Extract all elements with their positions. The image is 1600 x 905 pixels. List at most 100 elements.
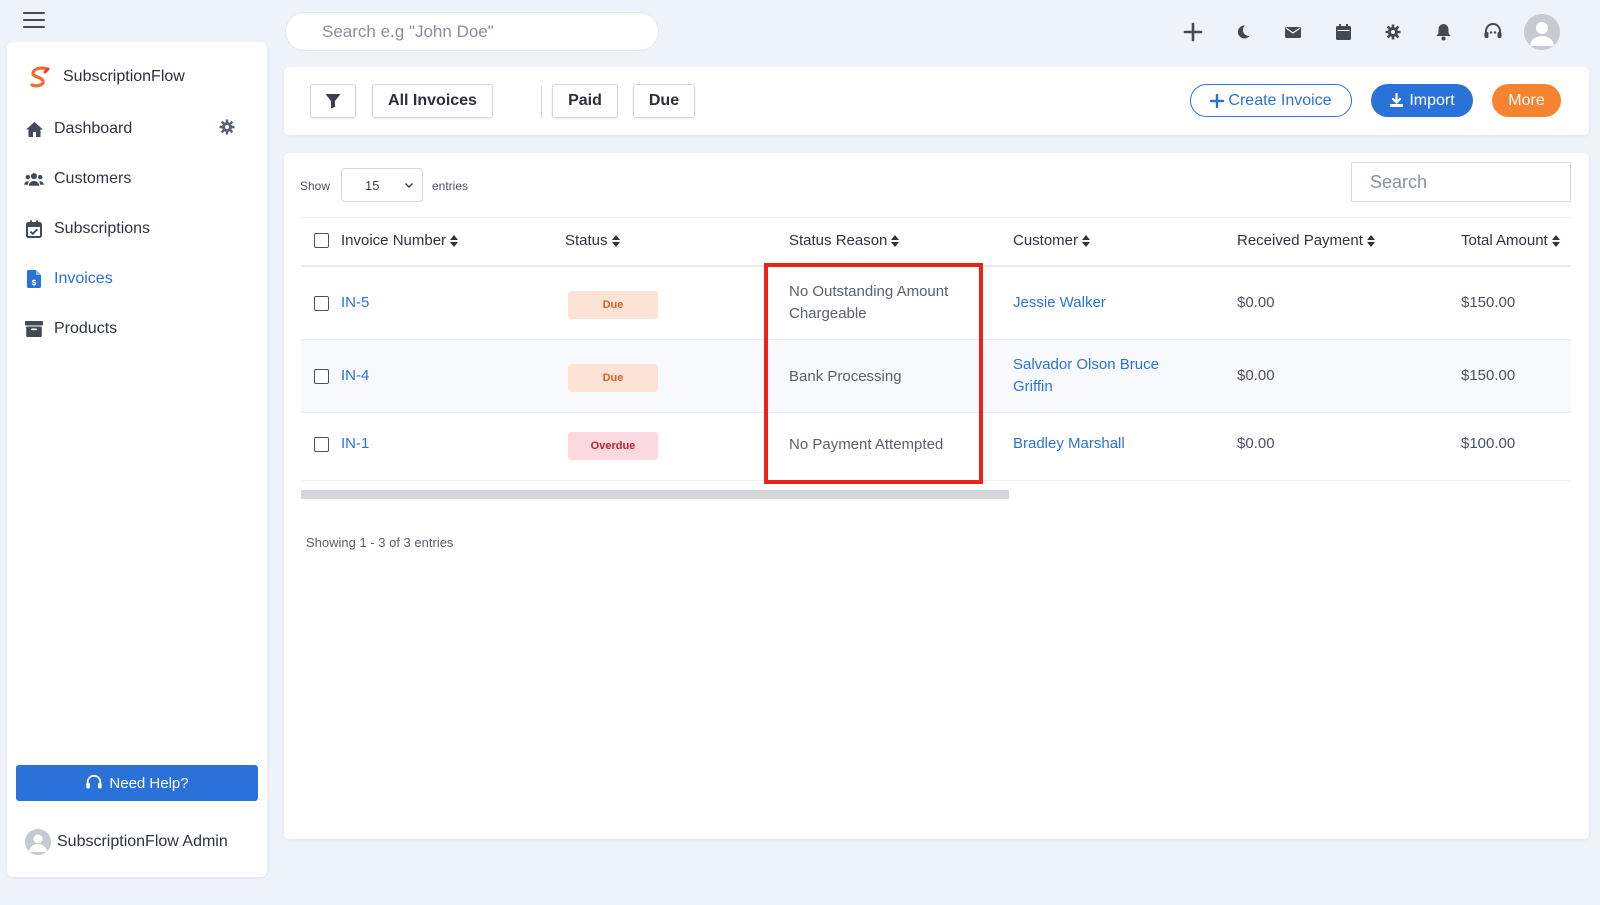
filter-icon — [325, 94, 341, 109]
brand-logo-icon — [30, 66, 50, 88]
chevron-down-icon — [405, 183, 413, 188]
column-header-status[interactable]: Status — [565, 232, 620, 249]
invoice-number-link[interactable]: IN-5 — [341, 294, 369, 311]
status-badge: Due — [568, 364, 658, 392]
mail-icon[interactable] — [1268, 12, 1318, 52]
show-label: Show — [300, 179, 331, 193]
pagination-info: Showing 1 - 3 of 3 entries — [306, 535, 454, 550]
paid-filter-button[interactable]: Paid — [552, 84, 618, 118]
status-badge: Due — [568, 291, 658, 319]
table-search-input[interactable] — [1351, 162, 1571, 202]
need-help-button[interactable]: Need Help? — [16, 765, 258, 801]
column-header-label: Received Payment — [1237, 232, 1363, 249]
column-header-total-amount[interactable]: Total Amount — [1461, 232, 1560, 249]
select-all-checkbox[interactable] — [314, 233, 329, 248]
admin-avatar-icon — [25, 829, 51, 855]
sort-icon — [1366, 234, 1375, 247]
moon-icon[interactable] — [1218, 12, 1268, 52]
table-header: Invoice Number Status Status Reason Cust… — [301, 217, 1571, 267]
toolbar-divider — [541, 86, 542, 118]
sidebar-item-label: Invoices — [54, 270, 113, 287]
invoices-table: Invoice Number Status Status Reason Cust… — [301, 217, 1571, 481]
column-header-label: Status — [565, 232, 608, 249]
total-amount: $150.00 — [1461, 294, 1516, 311]
status-reason-line: Chargeable — [789, 305, 867, 322]
invoice-icon: $ — [24, 269, 44, 289]
all-invoices-button[interactable]: All Invoices — [372, 84, 493, 118]
due-filter-button[interactable]: Due — [633, 84, 695, 118]
column-header-customer[interactable]: Customer — [1013, 232, 1091, 249]
more-button[interactable]: More — [1492, 84, 1561, 117]
top-icon-bar — [1168, 12, 1560, 52]
sidebar-item-customers[interactable]: Customers — [7, 154, 267, 204]
row-checkbox[interactable] — [314, 437, 329, 452]
customer-link[interactable]: Bradley Marshall — [1013, 435, 1125, 452]
entries-value: 15 — [365, 177, 380, 193]
brand[interactable]: SubscriptionFlow — [27, 64, 185, 90]
admin-name: SubscriptionFlow Admin — [57, 833, 228, 850]
headset-icon[interactable] — [1468, 12, 1518, 52]
sidebar-item-subscriptions[interactable]: Subscriptions — [7, 204, 267, 254]
received-payment: $0.00 — [1237, 294, 1275, 311]
received-payment: $0.00 — [1237, 367, 1275, 384]
table-row: IN-5 Due No Outstanding Amount Chargeabl… — [301, 267, 1571, 340]
customer-name-line: Salvador Olson Bruce — [1013, 356, 1159, 373]
column-header-label: Total Amount — [1461, 232, 1548, 249]
sidebar-item-products[interactable]: Products — [7, 304, 267, 354]
svg-text:$: $ — [31, 278, 37, 287]
plus-icon[interactable] — [1168, 12, 1218, 52]
admin-profile[interactable]: SubscriptionFlow Admin — [25, 829, 228, 855]
download-icon — [1390, 93, 1404, 107]
customer-link[interactable]: Jessie Walker — [1013, 294, 1106, 311]
headset-icon — [86, 774, 103, 789]
import-button[interactable]: Import — [1371, 84, 1473, 117]
row-checkbox[interactable] — [314, 296, 329, 311]
row-checkbox[interactable] — [314, 369, 329, 384]
sort-icon — [611, 234, 620, 247]
sidebar-item-invoices[interactable]: $ Invoices — [7, 254, 267, 304]
need-help-label: Need Help? — [109, 774, 189, 792]
column-header-label: Status Reason — [789, 232, 888, 249]
users-icon — [24, 169, 44, 189]
status-reason-line: No Payment Attempted — [789, 436, 944, 453]
menu-toggle-icon[interactable] — [23, 12, 45, 28]
entries-per-page-select[interactable]: 15 — [341, 168, 423, 202]
status-reason: No Payment Attempted — [789, 434, 943, 456]
user-avatar[interactable] — [1524, 14, 1560, 50]
sidebar-item-label: Products — [54, 320, 118, 337]
global-search-input[interactable] — [285, 12, 659, 51]
plus-icon — [1210, 93, 1225, 108]
calendar-check-icon — [24, 219, 44, 239]
column-header-status-reason[interactable]: Status Reason — [789, 232, 900, 249]
sort-icon — [450, 234, 459, 247]
entries-label: entries — [432, 179, 469, 193]
status-reason-line: Bank Processing — [789, 368, 902, 385]
calendar-icon[interactable] — [1318, 12, 1368, 52]
status-reason: No Outstanding Amount Chargeable — [789, 281, 948, 325]
gear-icon[interactable] — [1368, 12, 1418, 52]
sidebar-item-label: Subscriptions — [54, 220, 151, 237]
create-invoice-button[interactable]: Create Invoice — [1190, 84, 1352, 117]
sort-icon — [891, 234, 900, 247]
create-invoice-label: Create Invoice — [1228, 91, 1332, 109]
horizontal-scrollbar[interactable] — [301, 490, 1009, 499]
sidebar-item-label: Dashboard — [54, 120, 133, 137]
dashboard-settings-icon[interactable] — [219, 119, 237, 137]
sidebar-item-dashboard[interactable]: Dashboard — [7, 104, 267, 154]
brand-name: SubscriptionFlow — [63, 68, 185, 85]
column-header-label: Invoice Number — [341, 232, 447, 249]
sidebar-nav: Dashboard Customers Subscriptions $ Invo… — [7, 104, 267, 354]
status-reason-line: No Outstanding Amount — [789, 283, 949, 300]
column-header-label: Customer — [1013, 232, 1079, 249]
column-header-invoice-number[interactable]: Invoice Number — [341, 232, 459, 249]
status-badge: Overdue — [568, 432, 658, 460]
invoice-number-link[interactable]: IN-1 — [341, 435, 369, 452]
table-row: IN-1 Overdue No Payment Attempted Bradle… — [301, 413, 1571, 481]
customer-link[interactable]: Salvador Olson Bruce Griffin — [1013, 354, 1159, 398]
total-amount: $150.00 — [1461, 367, 1516, 384]
bell-icon[interactable] — [1418, 12, 1468, 52]
filter-button[interactable] — [310, 84, 356, 118]
invoice-toolbar: All Invoices Paid Due Create Invoice Imp… — [284, 67, 1589, 135]
column-header-received-payment[interactable]: Received Payment — [1237, 232, 1375, 249]
invoice-number-link[interactable]: IN-4 — [341, 367, 369, 384]
